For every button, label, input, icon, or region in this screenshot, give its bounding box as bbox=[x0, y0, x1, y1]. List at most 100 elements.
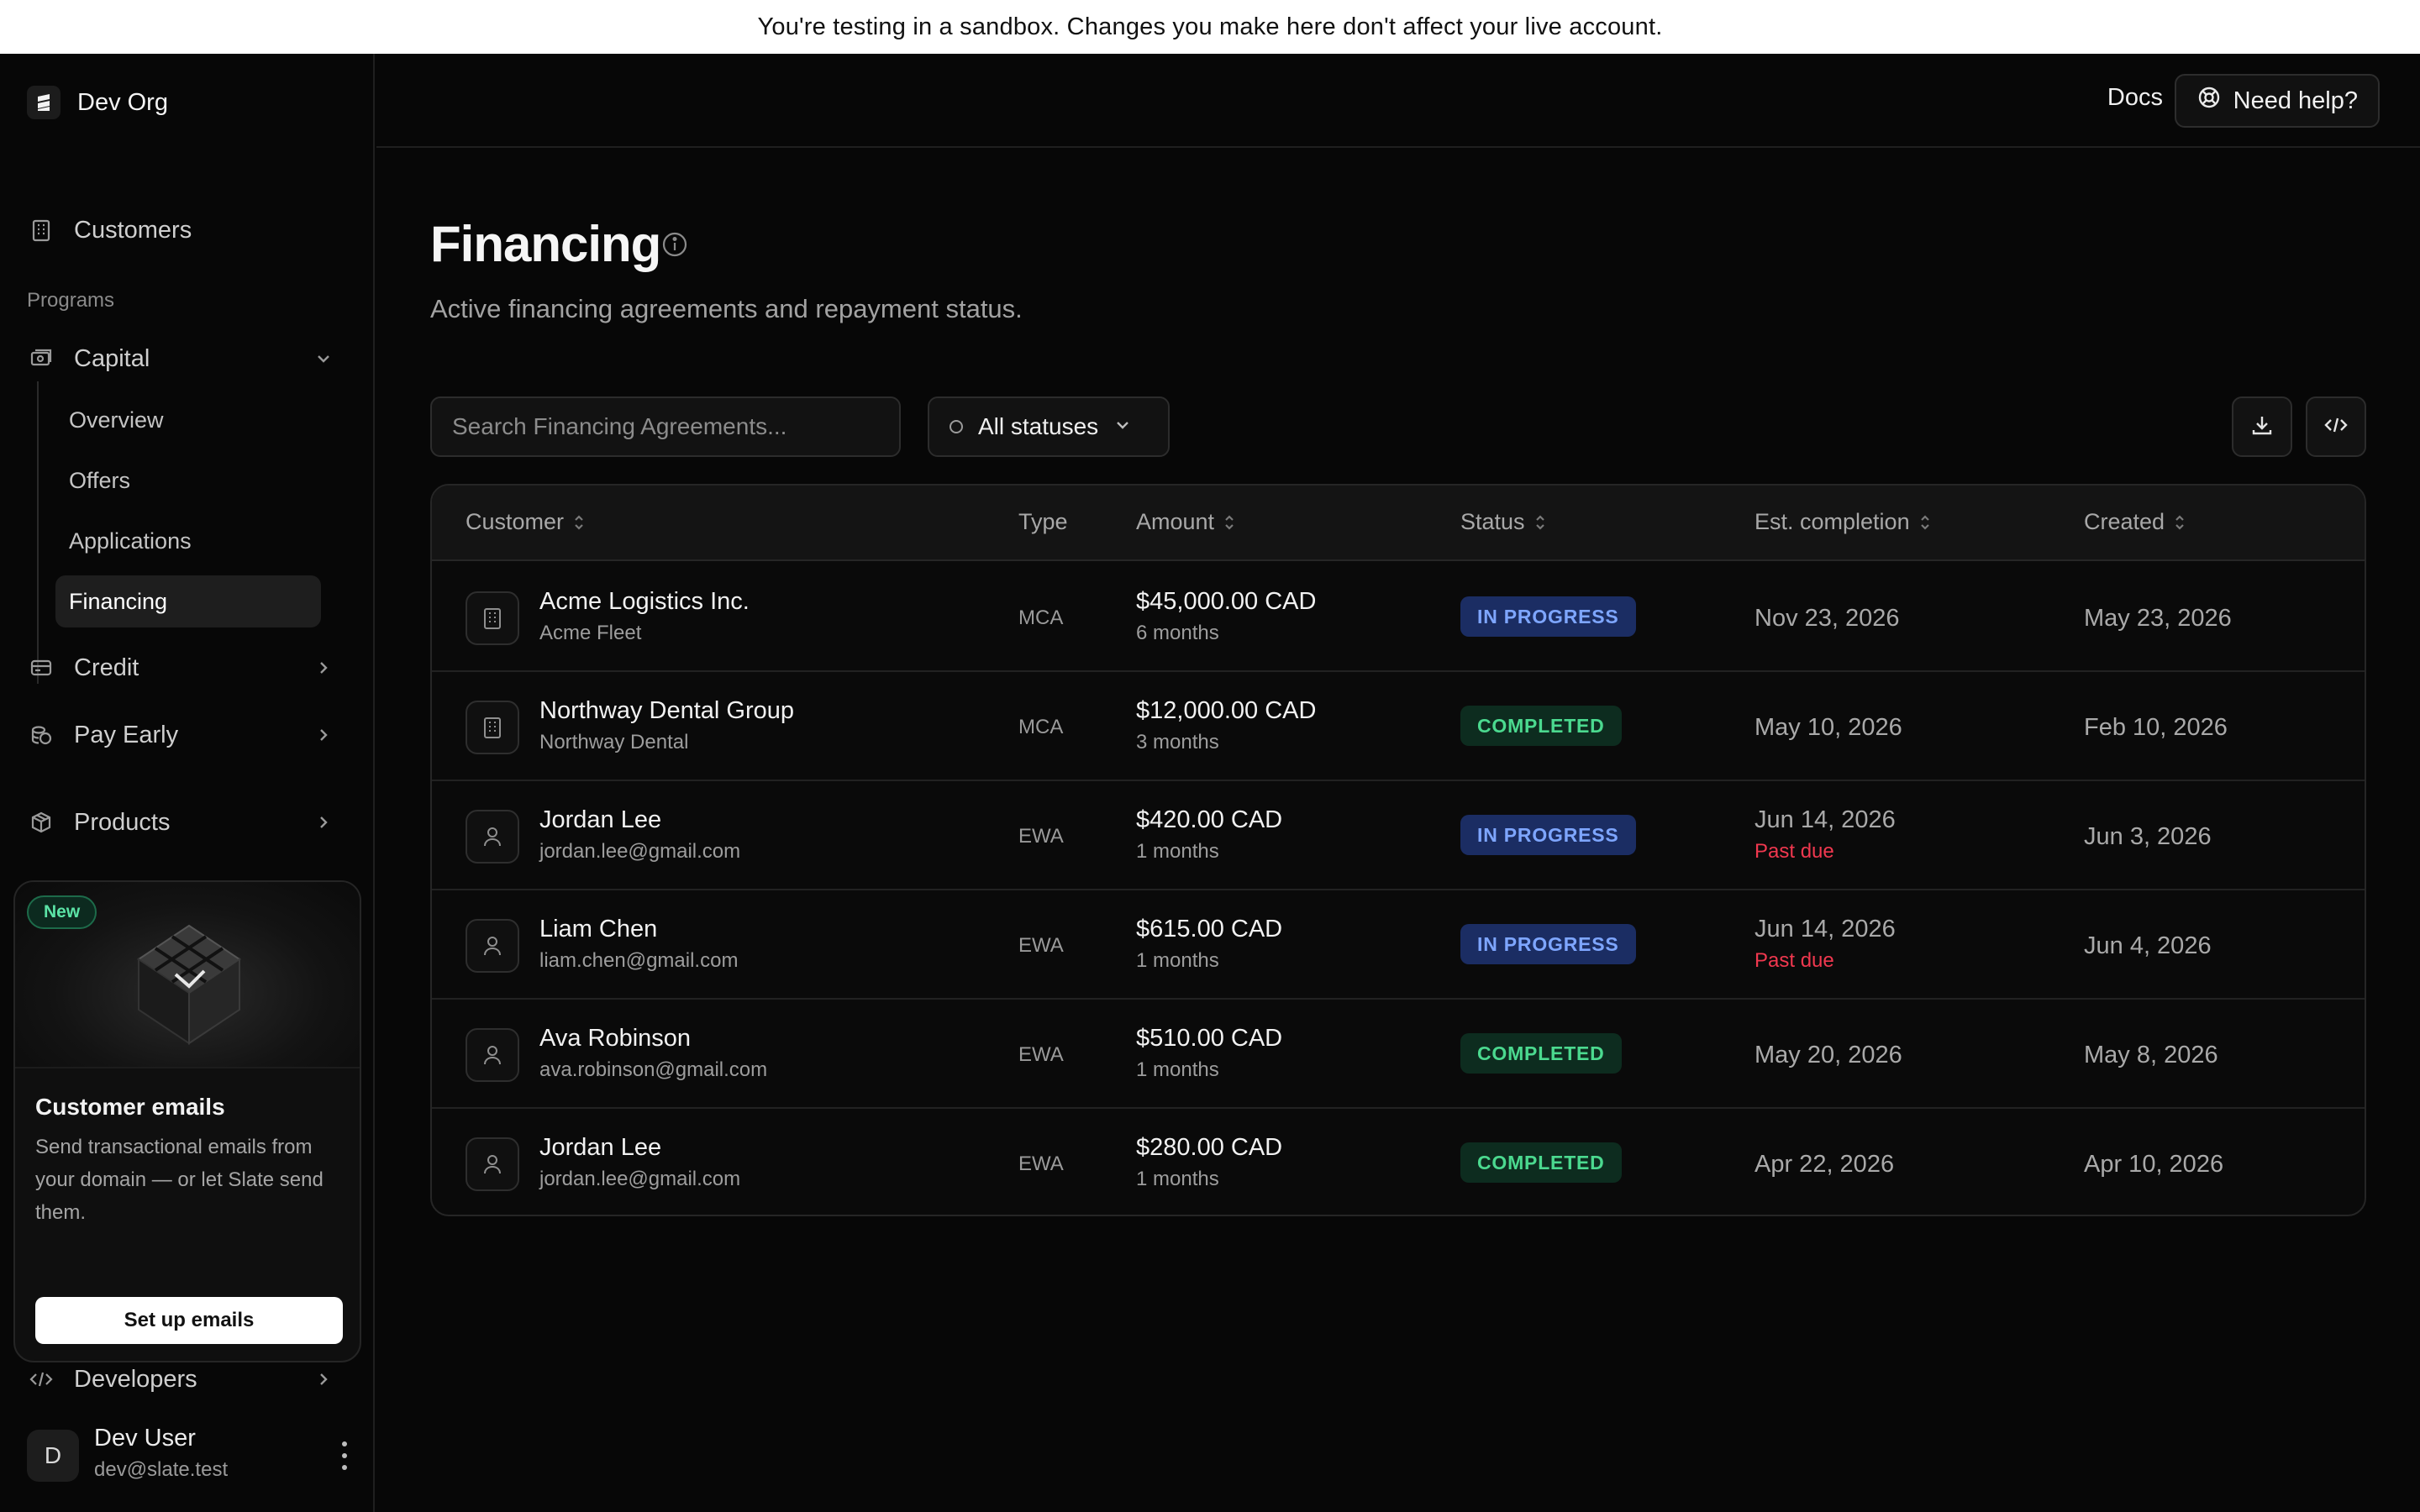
user-menu[interactable]: D Dev User dev@slate.test bbox=[27, 1423, 355, 1490]
person-icon bbox=[466, 1028, 519, 1082]
chevron-down-icon bbox=[1113, 413, 1132, 440]
code-icon bbox=[2323, 415, 2349, 439]
created-date: Apr 10, 2026 bbox=[2084, 1151, 2224, 1178]
org-switcher[interactable]: Dev Org bbox=[27, 86, 168, 119]
created-date: May 23, 2026 bbox=[2084, 605, 2232, 632]
column-header-status[interactable]: Status bbox=[1460, 509, 1547, 535]
person-icon bbox=[466, 810, 519, 864]
section-label-programs: Programs bbox=[27, 289, 115, 312]
financing-type: EWA bbox=[1018, 825, 1064, 848]
customer-name[interactable]: Northway Dental Group bbox=[539, 697, 794, 725]
created-date: Jun 4, 2026 bbox=[2084, 932, 2212, 959]
api-code-button[interactable] bbox=[2306, 396, 2366, 457]
table-row[interactable]: Acme Logistics Inc. Acme Fleet MCA $45,000.… bbox=[432, 563, 2365, 672]
sidebar-item-label: Capital bbox=[74, 344, 150, 372]
customer-subtext: jordan.lee@gmail.com bbox=[539, 840, 741, 863]
need-help-label: Need help? bbox=[2233, 87, 2358, 114]
sort-icon bbox=[1225, 514, 1234, 530]
status-badge: IN PROGRESS bbox=[1460, 596, 1636, 637]
column-label: Est. completion bbox=[1754, 509, 1910, 534]
page-subtitle: Active financing agreements and repaymen… bbox=[430, 294, 1023, 323]
promo-title: Customer emails bbox=[35, 1094, 225, 1120]
more-vertical-icon[interactable] bbox=[334, 1441, 355, 1470]
customer-name[interactable]: Liam Chen bbox=[539, 916, 657, 943]
info-icon[interactable] bbox=[660, 230, 689, 259]
search-input[interactable] bbox=[430, 396, 901, 457]
sidebar-item-pay-early[interactable]: Pay Early bbox=[27, 710, 348, 760]
coins-icon bbox=[27, 721, 55, 749]
customer-subtext: ava.robinson@gmail.com bbox=[539, 1058, 768, 1081]
new-badge: New bbox=[27, 895, 97, 929]
sort-icon bbox=[1920, 514, 1929, 530]
column-header-amount[interactable]: Amount bbox=[1136, 509, 1236, 535]
column-header-created[interactable]: Created bbox=[2084, 509, 2186, 535]
need-help-button[interactable]: Need help? bbox=[2174, 74, 2380, 128]
sidebar-item-label: Developers bbox=[74, 1365, 197, 1393]
customer-subtext: jordan.lee@gmail.com bbox=[539, 1168, 741, 1190]
financing-type: MCA bbox=[1018, 606, 1064, 629]
promo-card-customer-emails: New Customer emails Send transactional e… bbox=[13, 880, 361, 1362]
column-label: Created bbox=[2084, 509, 2165, 534]
column-label: Status bbox=[1460, 509, 1525, 534]
term: 1 months bbox=[1136, 949, 1219, 972]
created-date: Jun 3, 2026 bbox=[2084, 823, 2212, 850]
sort-icon bbox=[2175, 514, 2184, 530]
table-row[interactable]: Jordan Lee jordan.lee@gmail.com EWA $280.00… bbox=[432, 1109, 2365, 1215]
set-up-emails-button[interactable]: Set up emails bbox=[35, 1297, 343, 1344]
customer-name[interactable]: Jordan Lee bbox=[539, 806, 661, 834]
sort-icon bbox=[1535, 514, 1544, 530]
column-header-customer[interactable]: Customer bbox=[466, 509, 586, 535]
sidebar-subitem-overview[interactable]: Overview bbox=[55, 394, 321, 446]
page-title: Financing bbox=[430, 216, 661, 272]
lifebuoy-icon bbox=[2196, 85, 2222, 117]
status-badge: IN PROGRESS bbox=[1460, 924, 1636, 964]
customer-subtext: liam.chen@gmail.com bbox=[539, 949, 739, 972]
customer-subtext: Northway Dental bbox=[539, 731, 689, 753]
customer-name[interactable]: Acme Logistics Inc. bbox=[539, 588, 750, 616]
customer-name[interactable]: Jordan Lee bbox=[539, 1134, 661, 1162]
table-header: Customer Type Amount Status Est. complet… bbox=[432, 486, 2365, 561]
term: 3 months bbox=[1136, 731, 1219, 753]
amount: $420.00 CAD bbox=[1136, 806, 1283, 833]
chevron-down-icon bbox=[311, 346, 336, 371]
building-icon bbox=[466, 591, 519, 645]
promo-text: Send transactional emails from your doma… bbox=[35, 1136, 324, 1224]
financing-type: EWA bbox=[1018, 1043, 1064, 1066]
code-icon bbox=[27, 1365, 55, 1394]
table-row[interactable]: Ava Robinson ava.robinson@gmail.com EWA $51… bbox=[432, 1000, 2365, 1109]
est-completion: May 20, 2026 bbox=[1754, 1042, 1902, 1068]
table-row[interactable]: Northway Dental Group Northway Dental MCA $… bbox=[432, 672, 2365, 781]
table-row[interactable]: Jordan Lee jordan.lee@gmail.com EWA $420.00… bbox=[432, 781, 2365, 890]
past-due-label: Past due bbox=[1754, 949, 1834, 972]
docs-link[interactable]: Docs bbox=[2107, 84, 2163, 112]
status-filter-label: All statuses bbox=[978, 413, 1099, 439]
term: 1 months bbox=[1136, 1058, 1219, 1081]
sidebar-subitem-offers[interactable]: Offers bbox=[55, 454, 321, 507]
sidebar-item-developers[interactable]: Developers bbox=[27, 1354, 348, 1404]
user-email: dev@slate.test bbox=[94, 1458, 229, 1481]
sidebar-item-capital[interactable]: Capital bbox=[27, 333, 348, 384]
column-label: Customer bbox=[466, 509, 565, 534]
sidebar-item-label: Pay Early bbox=[74, 721, 179, 748]
status-badge: COMPLETED bbox=[1460, 706, 1622, 746]
customer-name[interactable]: Ava Robinson bbox=[539, 1025, 691, 1053]
sidebar-subitem-applications[interactable]: Applications bbox=[55, 515, 321, 567]
past-due-label: Past due bbox=[1754, 840, 1834, 863]
sidebar-item-products[interactable]: Products bbox=[27, 797, 348, 848]
sidebar-subitem-financing[interactable]: Financing bbox=[55, 575, 321, 627]
status-filter-dropdown[interactable]: All statuses bbox=[928, 396, 1170, 457]
sidebar-item-customers[interactable]: Customers bbox=[27, 205, 348, 255]
capital-icon bbox=[27, 344, 55, 373]
est-completion: Apr 22, 2026 bbox=[1754, 1151, 1895, 1178]
chevron-right-icon bbox=[311, 722, 336, 748]
term: 6 months bbox=[1136, 622, 1219, 644]
status-badge: COMPLETED bbox=[1460, 1142, 1622, 1183]
column-header-est-completion[interactable]: Est. completion bbox=[1754, 509, 1932, 535]
term: 1 months bbox=[1136, 840, 1219, 863]
sidebar-item-label: Credit bbox=[74, 654, 139, 681]
table-row[interactable]: Liam Chen liam.chen@gmail.com EWA $615.00 C… bbox=[432, 890, 2365, 1000]
amount: $12,000.00 CAD bbox=[1136, 697, 1317, 724]
download-button[interactable] bbox=[2232, 396, 2292, 457]
customer-subtext: Acme Fleet bbox=[539, 622, 642, 644]
sidebar-item-credit[interactable]: Credit bbox=[27, 643, 348, 693]
